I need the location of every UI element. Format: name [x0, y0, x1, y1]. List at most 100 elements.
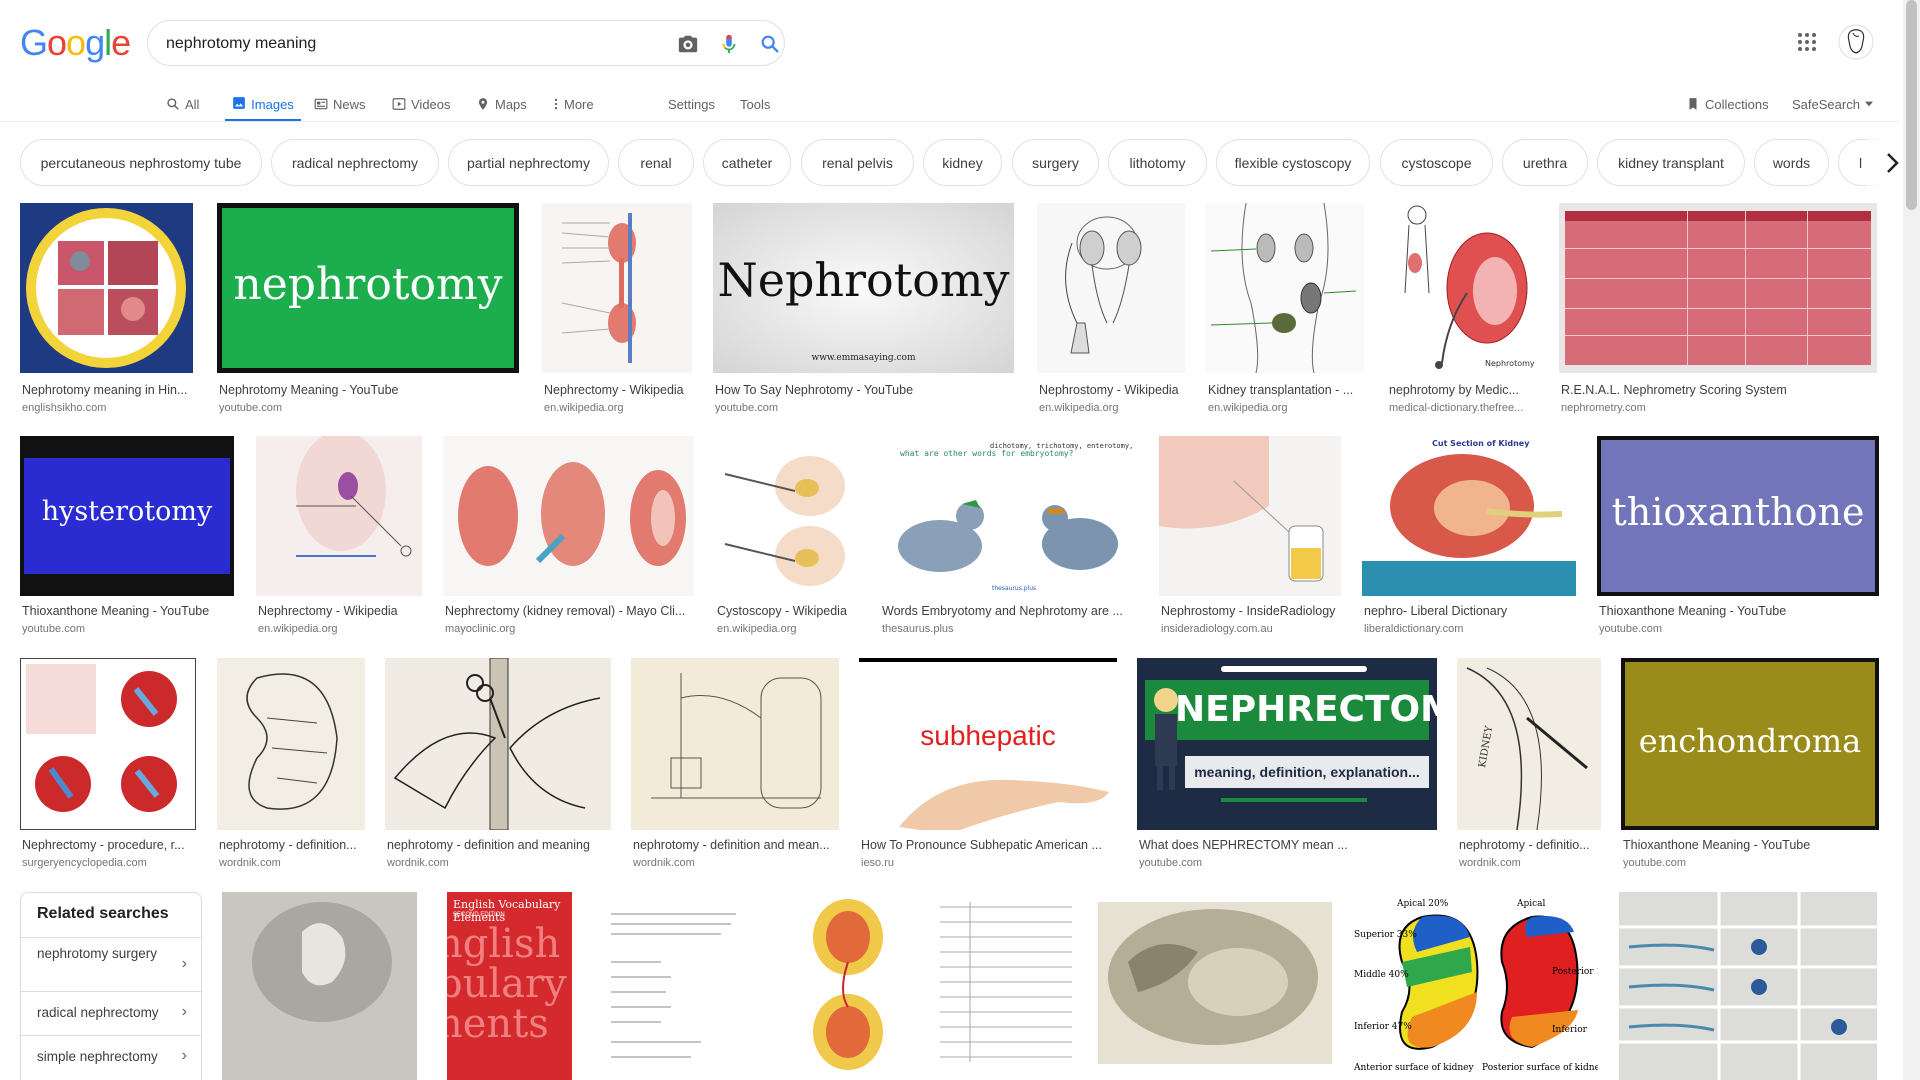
- chip-0[interactable]: percutaneous nephrostomy tube: [20, 139, 262, 186]
- thumb-label: what are other words for embryotomy?: [900, 449, 1074, 458]
- result-thumbnail[interactable]: [1619, 892, 1877, 1080]
- result-thumbnail[interactable]: [443, 436, 694, 596]
- result-thumbnail[interactable]: [601, 892, 746, 1080]
- result-thumbnail[interactable]: enchondroma: [1621, 658, 1879, 830]
- open-hand-photo: [899, 779, 1109, 830]
- thumb-label: Apical 20%: [1396, 899, 1449, 909]
- result-source: thesaurus.plus: [882, 623, 954, 635]
- result-title: Kidney transplantation - ...: [1208, 383, 1354, 397]
- result-thumbnail[interactable]: [1559, 203, 1877, 373]
- safesearch-dropdown[interactable]: SafeSearch: [1792, 86, 1873, 122]
- result-source: wordnik.com: [219, 857, 281, 869]
- search-input[interactable]: [166, 31, 626, 57]
- image-result[interactable]: [934, 892, 1078, 1080]
- chip-7[interactable]: surgery: [1012, 139, 1099, 186]
- result-thumbnail[interactable]: [20, 203, 193, 373]
- nephrostomy-drawing: [1037, 203, 1185, 373]
- result-thumbnail[interactable]: thioxanthone: [1597, 436, 1879, 596]
- result-thumbnail[interactable]: Cut Section of Kidney: [1362, 436, 1576, 596]
- result-thumbnail[interactable]: [1159, 436, 1341, 596]
- result-thumbnail[interactable]: [542, 203, 692, 373]
- tools-link[interactable]: Tools: [740, 86, 770, 122]
- tab-images[interactable]: Images: [225, 86, 301, 122]
- result-source: liberaldictionary.com: [1364, 623, 1464, 635]
- chip-3[interactable]: renal: [618, 139, 694, 186]
- result-thumbnail[interactable]: English Vocabulary Elements SECOND EDITI…: [447, 892, 572, 1080]
- image-result[interactable]: [601, 892, 746, 1080]
- result-title: What does NEPHRECTOMY mean ...: [1139, 838, 1348, 852]
- image-result[interactable]: Apical 20% Apical Superior 33% Middle 40…: [1352, 892, 1598, 1080]
- result-thumbnail[interactable]: [1206, 203, 1364, 373]
- result-thumbnail[interactable]: [256, 436, 422, 596]
- result-thumbnail[interactable]: hysterotomy: [20, 436, 234, 596]
- result-source: youtube.com: [1139, 857, 1202, 869]
- tab-videos[interactable]: Videos: [392, 86, 451, 122]
- search-icon[interactable]: [757, 31, 783, 57]
- kidney-transplant-drawing: [1206, 203, 1364, 373]
- result-thumbnail[interactable]: Nephrotomy tube with balloon: [1387, 203, 1537, 373]
- result-thumbnail[interactable]: [631, 658, 839, 830]
- chip-1[interactable]: radical nephrectomy: [271, 139, 439, 186]
- result-thumbnail[interactable]: Nephrotomy www.emmasaying.com: [713, 203, 1014, 373]
- book-big-text: nglish bulary nents: [447, 921, 567, 1047]
- result-thumbnail[interactable]: [222, 892, 417, 1080]
- account-avatar[interactable]: [1838, 24, 1874, 60]
- chip-2[interactable]: partial nephrectomy: [448, 139, 609, 186]
- chip-11[interactable]: urethra: [1502, 139, 1588, 186]
- microphone-icon[interactable]: [716, 31, 742, 57]
- camera-icon[interactable]: [675, 31, 701, 57]
- image-result[interactable]: English Vocabulary Elements SECOND EDITI…: [447, 892, 572, 1080]
- result-title: nephrotomy - definitio...: [1459, 838, 1590, 852]
- image-result[interactable]: [222, 892, 417, 1080]
- apps-grid-icon[interactable]: [1795, 30, 1819, 54]
- image-result[interactable]: [1098, 892, 1332, 1080]
- result-thumbnail[interactable]: [1037, 203, 1185, 373]
- tab-images-label: Images: [251, 96, 294, 112]
- collections-link[interactable]: Collections: [1686, 86, 1769, 122]
- chip-13[interactable]: words: [1754, 139, 1829, 186]
- result-thumbnail[interactable]: [20, 658, 196, 830]
- image-result[interactable]: [1619, 892, 1877, 1080]
- result-thumbnail[interactable]: what are other words for embryotomy? dic…: [880, 436, 1138, 596]
- nephrostomy-bag-illustration: [1159, 436, 1341, 596]
- related-item[interactable]: simple nephrectomy ›: [21, 1035, 201, 1079]
- result-source: englishsikho.com: [22, 402, 107, 414]
- search-box: [147, 20, 785, 66]
- chip-8[interactable]: lithotomy: [1108, 139, 1207, 186]
- chip-12[interactable]: kidney transplant: [1597, 139, 1745, 186]
- result-thumbnail[interactable]: [934, 892, 1078, 1080]
- result-thumbnail[interactable]: [768, 892, 913, 1080]
- result-thumbnail[interactable]: KIDNEY: [1457, 658, 1601, 830]
- chip-4[interactable]: catheter: [703, 139, 791, 186]
- result-thumbnail[interactable]: NEPHRECTOMY meaning, definition, explana…: [1137, 658, 1437, 830]
- result-thumbnail[interactable]: [715, 436, 859, 596]
- thumb-word: nephrotomy: [233, 259, 503, 310]
- result-title: Words Embryotomy and Nephrotomy are ...: [882, 604, 1123, 618]
- image-result[interactable]: [768, 892, 913, 1080]
- tabs-divider: [0, 121, 1900, 122]
- tab-more[interactable]: More: [553, 86, 594, 122]
- chip-9[interactable]: flexible cystoscopy: [1216, 139, 1370, 186]
- scrollbar-thumb[interactable]: [1906, 0, 1917, 210]
- chip-label: kidney transplant: [1618, 154, 1724, 171]
- tab-maps[interactable]: Maps: [476, 86, 527, 122]
- related-item[interactable]: nephrotomy surgery ›: [21, 937, 201, 991]
- tab-all[interactable]: All: [166, 86, 199, 122]
- result-thumbnail[interactable]: Apical 20% Apical Superior 33% Middle 40…: [1352, 892, 1598, 1080]
- chip-10[interactable]: cystoscope: [1380, 139, 1493, 186]
- thumb-label: Superior 33%: [1354, 930, 1417, 940]
- chip-5[interactable]: renal pelvis: [801, 139, 914, 186]
- chip-6[interactable]: kidney: [923, 139, 1002, 186]
- thumb-label: Inferior: [1552, 1025, 1588, 1035]
- newspaper-icon: [314, 98, 328, 110]
- result-thumbnail[interactable]: [385, 658, 611, 830]
- related-item[interactable]: radical nephrectomy ›: [21, 991, 201, 1035]
- result-thumbnail[interactable]: nephrotomy: [217, 203, 519, 373]
- chip-label: urethra: [1522, 154, 1568, 171]
- result-thumbnail[interactable]: [1098, 892, 1332, 1080]
- tab-news[interactable]: News: [314, 86, 366, 122]
- result-thumbnail[interactable]: subhepatic: [859, 658, 1117, 830]
- result-thumbnail[interactable]: [217, 658, 365, 830]
- settings-link[interactable]: Settings: [668, 86, 715, 122]
- google-logo[interactable]: Google: [20, 22, 131, 64]
